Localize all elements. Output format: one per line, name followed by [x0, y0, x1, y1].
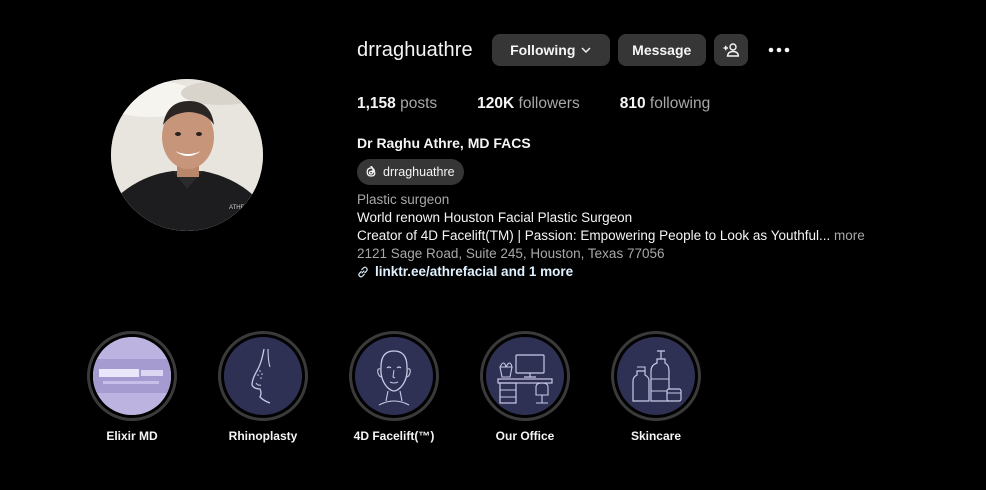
followers-label: followers	[518, 95, 580, 112]
elixir-photo	[93, 337, 171, 415]
add-user-icon	[723, 43, 739, 57]
threads-badge[interactable]: drraghuathre	[357, 159, 464, 185]
skincare-bottles-icon	[617, 337, 695, 415]
bio-line-1: World renown Houston Facial Plastic Surg…	[357, 210, 633, 225]
bio-address[interactable]: 2121 Sage Road, Suite 245, Houston, Texa…	[357, 245, 865, 263]
bio-more-link[interactable]: more	[834, 228, 865, 243]
posts-stat: 1,158 posts	[357, 95, 437, 113]
message-button[interactable]: Message	[617, 34, 706, 66]
threads-handle: drraghuathre	[383, 165, 455, 179]
profile-avatar[interactable]: ATHRE	[111, 79, 263, 231]
more-options-icon[interactable]	[764, 34, 794, 66]
highlight-ring	[349, 331, 439, 421]
story-highlights: Elixir MD Rhinoplasty 4D Facelift(™) Our…	[87, 331, 742, 443]
highlight-ring	[218, 331, 308, 421]
following-button[interactable]: Following	[491, 34, 610, 66]
profile-bio: Plastic surgeon World renown Houston Fac…	[357, 191, 865, 281]
followers-stat[interactable]: 120K followers	[477, 95, 580, 113]
threads-icon	[364, 165, 378, 179]
avatar-photo: ATHRE	[111, 79, 263, 231]
highlight-our-office[interactable]: Our Office	[480, 331, 570, 443]
message-button-label: Message	[632, 42, 692, 58]
highlight-ring	[611, 331, 701, 421]
bio-category: Plastic surgeon	[357, 192, 450, 207]
highlight-label: Our Office	[495, 429, 555, 443]
link-icon	[357, 266, 369, 278]
highlight-label: 4D Facelift(™)	[353, 429, 435, 443]
profile-stats: 1,158 posts 120K followers 810 following	[357, 95, 750, 113]
office-desk-icon	[486, 337, 564, 415]
full-name: Dr Raghu Athre, MD FACS	[357, 135, 531, 151]
highlight-ring	[480, 331, 570, 421]
following-label: following	[649, 95, 711, 112]
suggest-people-button[interactable]	[713, 34, 748, 66]
face-icon	[355, 337, 433, 415]
bio-line-2-wrap: Creator of 4D Facelift(TM) | Passion: Em…	[357, 227, 865, 245]
nose-profile-icon	[224, 337, 302, 415]
username: drraghuathre	[357, 38, 473, 61]
bio-link-text: linktr.ee/athrefacial and 1 more	[375, 264, 574, 279]
highlight-skincare[interactable]: Skincare	[611, 331, 701, 443]
highlight-elixir-md[interactable]: Elixir MD	[87, 331, 177, 443]
following-stat[interactable]: 810 following	[620, 95, 711, 113]
posts-label: posts	[400, 95, 438, 112]
bio-line-2: Creator of 4D Facelift(TM) | Passion: Em…	[357, 228, 831, 243]
following-button-label: Following	[510, 42, 576, 58]
chevron-down-icon	[581, 45, 591, 56]
highlight-ring	[87, 331, 177, 421]
bio-link[interactable]: linktr.ee/athrefacial and 1 more	[357, 263, 865, 281]
posts-count: 1,158	[357, 95, 396, 112]
highlight-4d-facelift[interactable]: 4D Facelift(™)	[349, 331, 439, 443]
highlight-rhinoplasty[interactable]: Rhinoplasty	[218, 331, 308, 443]
profile-header: drraghuathre Following Message	[357, 34, 794, 66]
svg-text:ATHRE: ATHRE	[229, 205, 249, 211]
highlight-label: Elixir MD	[106, 429, 158, 443]
highlight-label: Skincare	[630, 429, 682, 443]
followers-count: 120K	[477, 95, 515, 112]
highlight-label: Rhinoplasty	[228, 429, 298, 443]
following-count: 810	[619, 95, 646, 112]
